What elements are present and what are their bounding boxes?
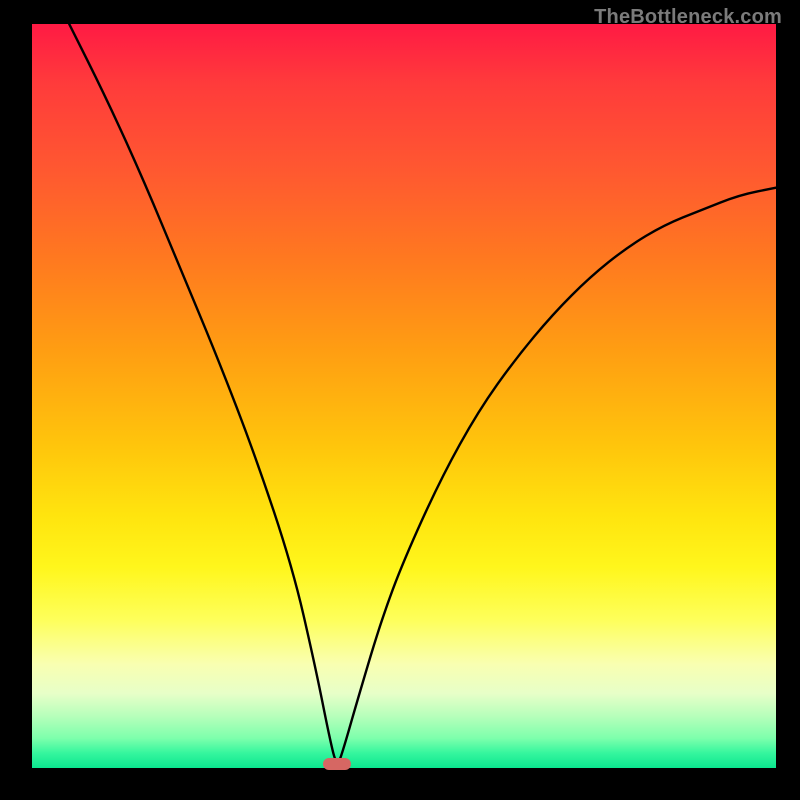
chart-frame: TheBottleneck.com	[0, 0, 800, 800]
optimal-marker	[323, 758, 351, 770]
plot-area	[32, 24, 776, 768]
bottleneck-curve	[32, 24, 776, 768]
